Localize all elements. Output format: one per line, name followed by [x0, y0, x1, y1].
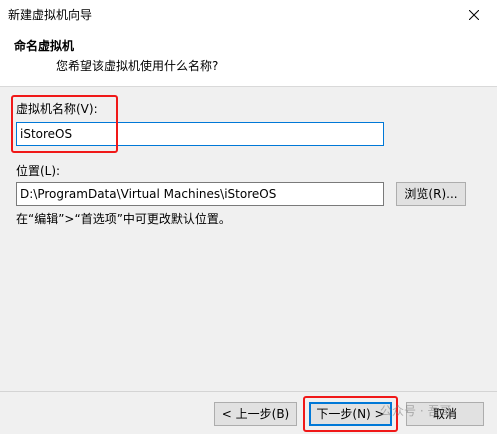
footer-separator — [0, 391, 497, 392]
location-label: 位置(L): — [16, 164, 61, 178]
wizard-header: 命名虚拟机 您希望该虚拟机使用什么名称? — [0, 30, 497, 87]
vm-name-highlight — [11, 95, 118, 153]
watermark: 公众号 · 吾哥 — [380, 404, 452, 418]
new-vm-wizard-window: 新建虚拟机向导 命名虚拟机 您希望该虚拟机使用什么名称? 虚拟机名称(V): 位… — [0, 0, 497, 434]
page-title: 命名虚拟机 — [14, 39, 75, 53]
browse-button[interactable]: 浏览(R)... — [396, 182, 466, 206]
location-hint: 在“编辑”>“首选项”中可更改默认位置。 — [16, 212, 231, 226]
window-title: 新建虚拟机向导 — [8, 8, 93, 22]
title-bar: 新建虚拟机向导 — [0, 0, 497, 30]
location-input[interactable] — [16, 182, 384, 206]
back-button[interactable]: < 上一步(B) — [214, 402, 297, 426]
page-subtitle: 您希望该虚拟机使用什么名称? — [56, 59, 219, 73]
close-button[interactable] — [451, 0, 497, 30]
close-icon — [469, 10, 479, 20]
